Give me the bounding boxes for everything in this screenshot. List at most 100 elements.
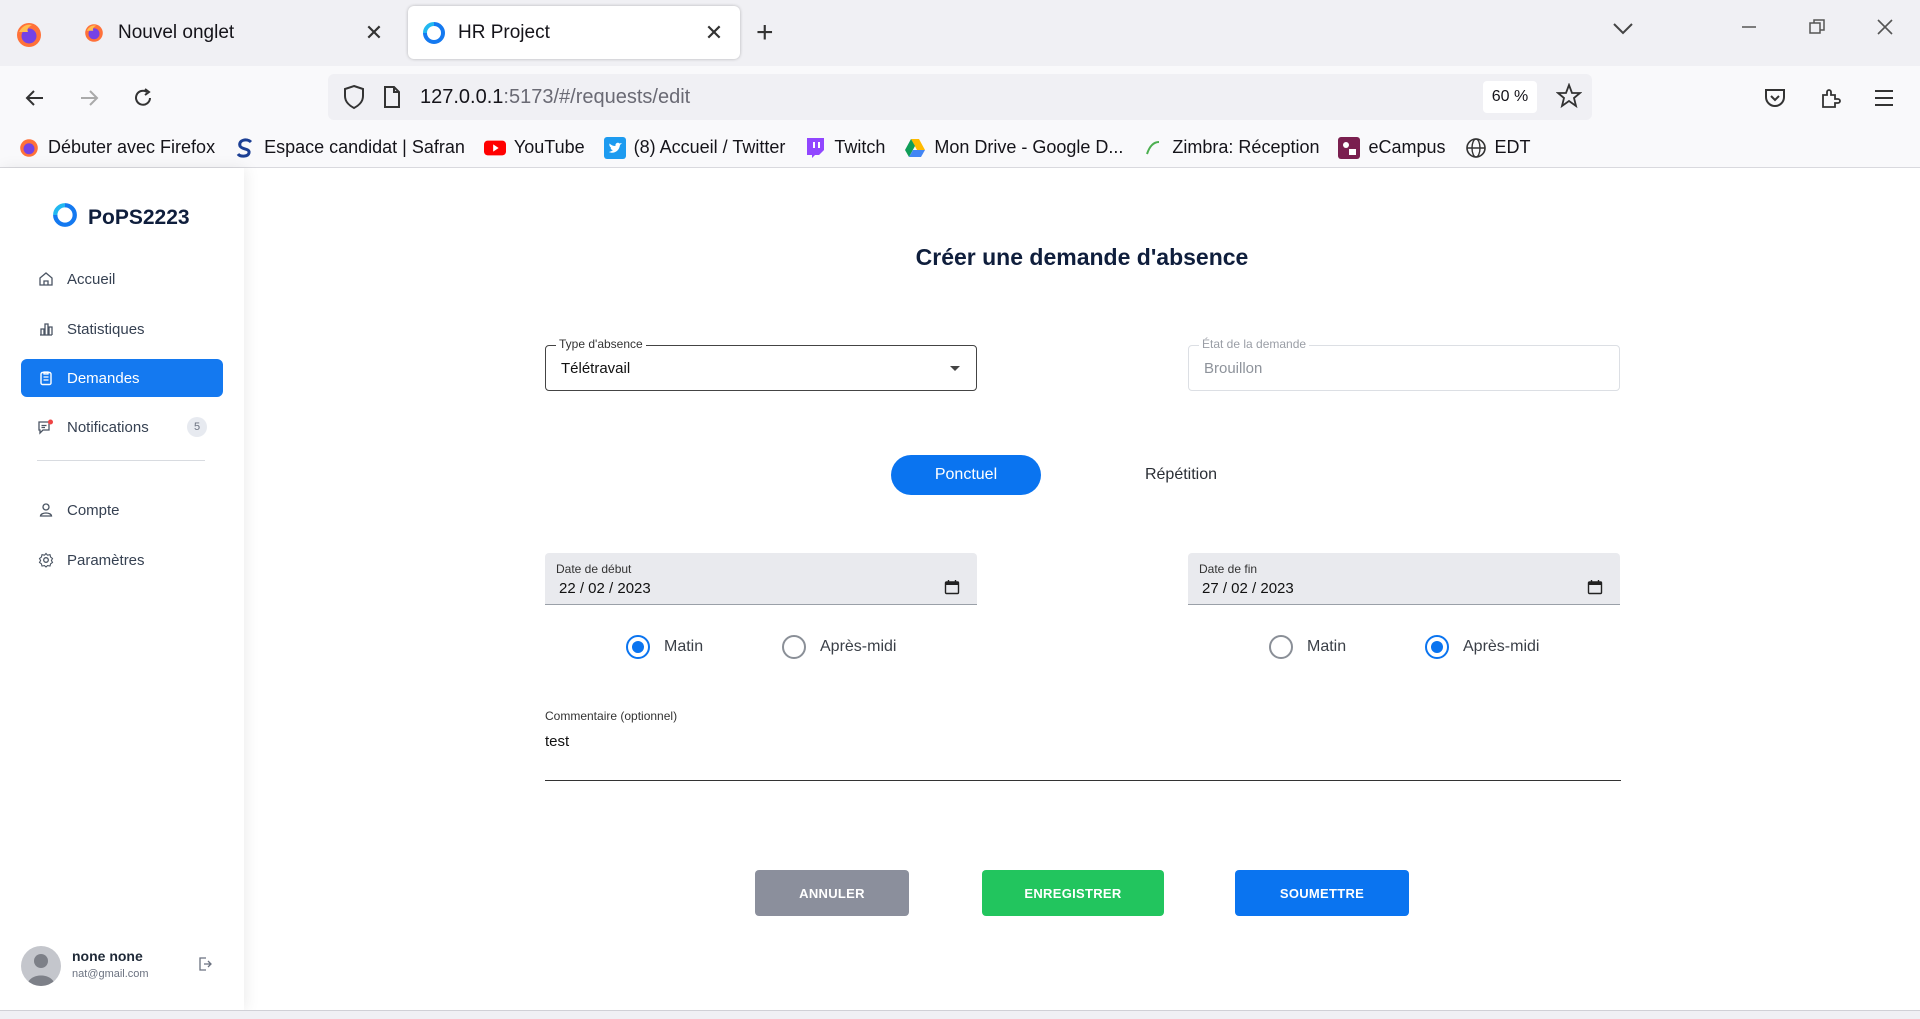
bookmark-ecampus[interactable]: eCampus (1338, 136, 1446, 159)
brand-name: PoPS2223 (88, 205, 190, 229)
close-tab-icon[interactable]: ✕ (700, 19, 728, 47)
logout-icon[interactable] (197, 956, 213, 977)
back-arrow-icon[interactable] (18, 81, 52, 115)
bookmark-label: Espace candidat | Safran (264, 137, 465, 157)
hamburger-menu-icon[interactable] (1867, 81, 1901, 115)
window-bottom-edge (0, 1010, 1920, 1019)
end-date-label: Date de fin (1199, 562, 1258, 576)
dropdown-caret-icon (950, 366, 960, 371)
app-viewport: PoPS2223 Accueil Statistiques Demandes N… (0, 168, 1920, 1010)
bookmark-twitter[interactable]: (8) Accueil / Twitter (603, 136, 786, 159)
close-window-icon[interactable] (1876, 16, 1894, 42)
calendar-icon[interactable] (1587, 579, 1603, 600)
bookmark-label: YouTube (513, 137, 585, 157)
sidebar-item-notifications[interactable]: Notifications 5 (21, 408, 223, 446)
app-logo-icon (422, 21, 446, 45)
brand[interactable]: PoPS2223 (52, 202, 190, 233)
radio-label: Matin (1307, 638, 1347, 655)
user-email: nat@gmail.com (72, 968, 149, 980)
reload-icon[interactable] (126, 81, 160, 115)
sidebar-item-label: Compte (67, 501, 120, 519)
page-title: Créer une demande d'absence (915, 244, 1249, 270)
sidebar-item-label: Demandes (67, 369, 140, 387)
sidebar-item-accueil[interactable]: Accueil (21, 260, 223, 298)
url-text[interactable]: 127.0.0.1:5173/#/requests/edit (420, 86, 690, 109)
bookmark-twitch[interactable]: Twitch (804, 137, 885, 159)
calendar-icon[interactable] (944, 579, 960, 600)
bookmark-label: eCampus (1368, 137, 1446, 157)
bookmark-zimbra[interactable]: Zimbra: Réception (1142, 137, 1319, 159)
start-afternoon-radio[interactable]: Après-midi (782, 635, 896, 659)
bookmark-star-icon[interactable] (1555, 82, 1583, 114)
close-tab-icon[interactable]: ✕ (360, 19, 388, 47)
sidebar-item-parametres[interactable]: Paramètres (21, 541, 223, 579)
firefox-menu-icon[interactable] (14, 20, 44, 50)
radio-label: Après-midi (1463, 638, 1540, 655)
pocket-icon[interactable] (1758, 81, 1792, 115)
extensions-icon[interactable] (1813, 81, 1847, 115)
bookmark-label: EDT (1494, 137, 1531, 157)
chart-icon (37, 320, 55, 338)
sidebar-item-compte[interactable]: Compte (21, 491, 223, 529)
zimbra-icon (1142, 137, 1164, 159)
absence-type-select[interactable]: Type d'absence Télétravail (545, 337, 977, 391)
bookmark-label: Twitch (834, 137, 886, 157)
comment-label: Commentaire (optionnel) (545, 709, 678, 723)
list-all-tabs-icon[interactable] (1612, 16, 1634, 42)
radio-circle[interactable] (1269, 635, 1293, 659)
home-icon (37, 270, 55, 288)
radio-circle[interactable] (782, 635, 806, 659)
tab-nouvel-onglet[interactable]: Nouvel onglet ✕ (68, 6, 400, 59)
page-info-icon[interactable] (382, 85, 402, 114)
comment-field[interactable]: Commentaire (optionnel) test (545, 709, 1621, 781)
browser-nav-bar: 127.0.0.1:5173/#/requests/edit 60 % (0, 66, 1920, 128)
bookmark-label: (8) Accueil / Twitter (633, 137, 786, 157)
request-state-field: État de la demande Brouillon (1188, 337, 1620, 391)
radio-circle[interactable] (626, 635, 650, 659)
mode-ponctuel-button[interactable]: Ponctuel (891, 455, 1041, 495)
submit-button[interactable]: SOUMETTRE (1235, 870, 1409, 916)
cancel-button[interactable]: ANNULER (755, 870, 909, 916)
gear-icon (37, 551, 55, 569)
mode-repetition-button[interactable]: Répétition (1106, 455, 1256, 495)
end-morning-radio[interactable]: Matin (1269, 635, 1346, 659)
start-date-input[interactable]: Date de début 22 / 02 / 2023 (545, 553, 977, 605)
clipboard-icon (37, 369, 55, 387)
bookmark-edt[interactable]: EDT (1465, 137, 1531, 159)
sidebar-item-demandes[interactable]: Demandes (21, 359, 223, 397)
avatar[interactable] (21, 946, 61, 986)
notification-count-badge: 5 (187, 417, 207, 437)
user-profile: none none nat@gmail.com (21, 944, 221, 988)
bookmark-google-drive[interactable]: Mon Drive - Google D... (904, 137, 1123, 159)
bookmark-youtube[interactable]: YouTube (483, 137, 585, 159)
bookmark-label: Zimbra: Réception (1172, 137, 1320, 157)
bookmark-debuter-firefox[interactable]: Débuter avec Firefox (18, 137, 215, 159)
twitch-icon (804, 137, 826, 159)
request-state-label: État de la demande (1199, 337, 1310, 351)
address-bar[interactable]: 127.0.0.1:5173/#/requests/edit 60 % (328, 74, 1592, 120)
user-name: none none (72, 948, 143, 964)
bookmark-safran[interactable]: Espace candidat | Safran (234, 137, 465, 159)
start-morning-radio[interactable]: Matin (626, 635, 703, 659)
new-tab-button[interactable]: + (756, 18, 774, 48)
tab-hr-project[interactable]: HR Project ✕ (408, 6, 740, 59)
globe-icon (1465, 137, 1487, 159)
forward-arrow-icon[interactable] (72, 81, 106, 115)
end-afternoon-radio[interactable]: Après-midi (1425, 635, 1539, 659)
sidebar-item-statistiques[interactable]: Statistiques (21, 310, 223, 348)
save-button[interactable]: ENREGISTRER (982, 870, 1164, 916)
radio-circle[interactable] (1425, 635, 1449, 659)
restore-window-icon[interactable] (1808, 16, 1826, 42)
shield-icon[interactable] (342, 84, 366, 115)
zoom-level-button[interactable]: 60 % (1483, 81, 1537, 113)
start-date-label: Date de début (556, 562, 632, 576)
ecampus-icon (1338, 136, 1361, 159)
end-date-input[interactable]: Date de fin 27 / 02 / 2023 (1188, 553, 1620, 605)
twitter-icon (603, 136, 626, 159)
comment-value[interactable]: test (545, 733, 569, 750)
sidebar-item-label: Statistiques (67, 320, 145, 338)
url-host: 127.0.0.1 (420, 86, 504, 108)
bookmarks-toolbar: Débuter avec Firefox Espace candidat | S… (0, 128, 1920, 168)
minimize-window-icon[interactable] (1740, 16, 1758, 42)
start-date-value: 22 / 02 / 2023 (559, 580, 651, 597)
